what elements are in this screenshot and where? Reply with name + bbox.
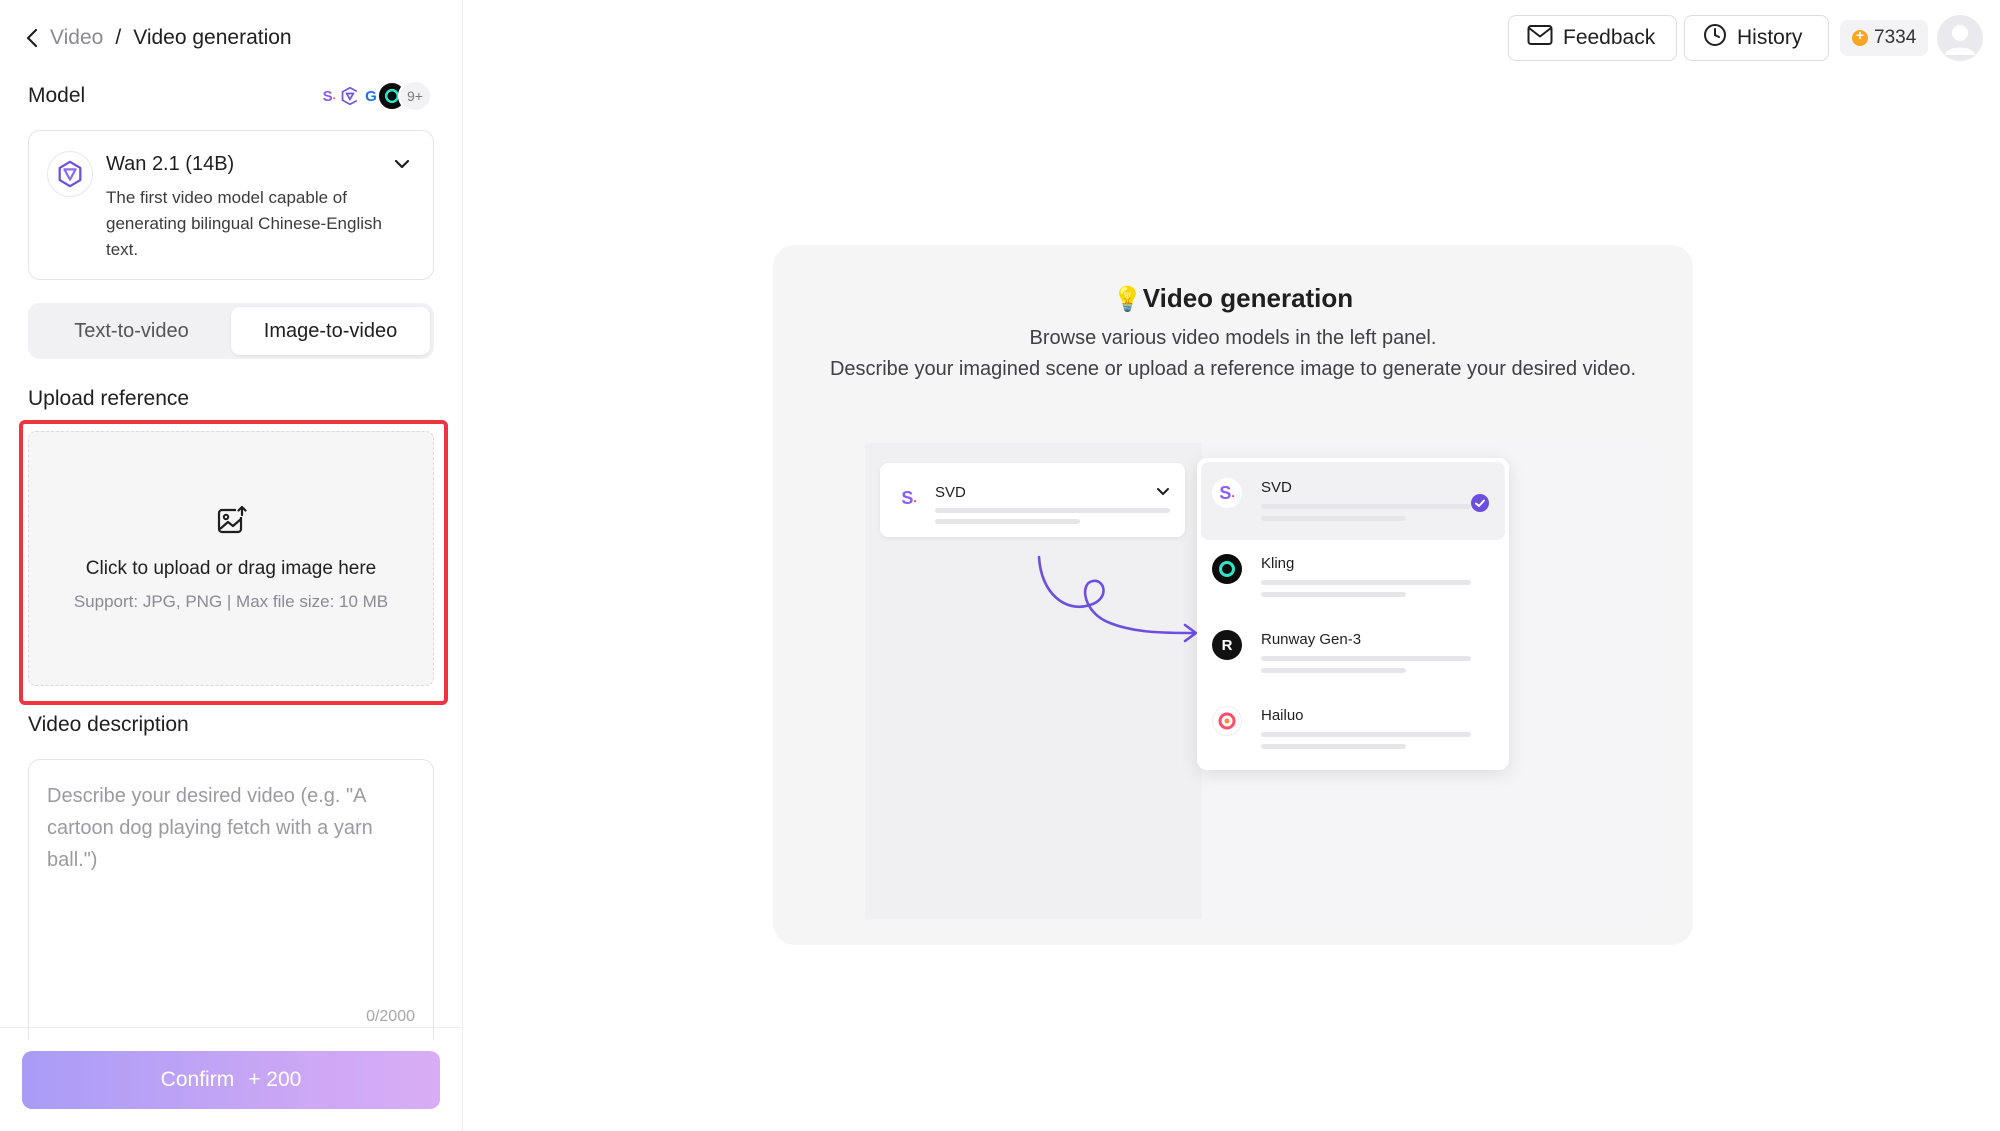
chevron-down-icon bbox=[393, 155, 411, 173]
skeleton-line bbox=[1261, 668, 1406, 673]
illustration-select: S. SVD bbox=[880, 463, 1185, 537]
upload-title: Click to upload or drag image here bbox=[85, 558, 377, 579]
skeleton-line bbox=[1261, 744, 1406, 749]
runway-logo-icon: R bbox=[1212, 630, 1242, 660]
model-name: Wan 2.1 (14B) bbox=[106, 153, 235, 175]
history-label: History bbox=[1737, 26, 1803, 49]
list-item: Hailuo bbox=[1201, 690, 1505, 768]
feedback-button[interactable]: Feedback bbox=[1508, 15, 1677, 61]
hero-title-text: Video generation bbox=[1142, 283, 1354, 313]
model-option-label: Kling bbox=[1261, 555, 1295, 572]
generation-mode-toggle: Text-to-video Image-to-video bbox=[28, 303, 434, 359]
list-item: Kling bbox=[1201, 538, 1505, 616]
breadcrumb: Video / Video generation bbox=[22, 24, 292, 52]
chevron-down-icon bbox=[1157, 488, 1169, 496]
clock-icon bbox=[1703, 23, 1727, 53]
avatar[interactable] bbox=[1937, 15, 1983, 61]
skeleton-line bbox=[1261, 656, 1471, 661]
upload-support-text: Support: JPG, PNG | Max file size: 10 MB bbox=[73, 592, 389, 611]
history-button[interactable]: History bbox=[1684, 15, 1829, 61]
credits-value: 7334 bbox=[1874, 27, 1917, 48]
model-description: The first video model capable of generat… bbox=[106, 188, 382, 259]
mail-icon bbox=[1527, 24, 1553, 52]
curly-arrow-icon bbox=[1037, 555, 1198, 643]
image-upload-icon bbox=[216, 504, 248, 536]
upload-reference-label: Upload reference bbox=[28, 387, 190, 410]
back-chevron-icon[interactable] bbox=[22, 24, 42, 52]
skeleton-line bbox=[1261, 592, 1406, 597]
description-placeholder: Describe your desired video (e.g. "A car… bbox=[47, 785, 373, 871]
breadcrumb-current: Video generation bbox=[133, 26, 292, 49]
svd-logo-icon: S. bbox=[1212, 478, 1242, 508]
footer-divider bbox=[0, 1027, 463, 1028]
model-option-label: Runway Gen-3 bbox=[1261, 631, 1362, 648]
hero-subtitle-1: Browse various video models in the left … bbox=[1029, 327, 1437, 349]
list-item: S. SVD bbox=[1201, 462, 1505, 540]
skeleton-line bbox=[1261, 732, 1471, 737]
upload-dropzone[interactable]: Click to upload or drag image here Suppo… bbox=[28, 431, 434, 686]
confirm-label: Confirm bbox=[160, 1068, 235, 1091]
illustration-dropdown: S. SVD Kling R Runway Gen-3 Hailuo bbox=[1197, 458, 1509, 770]
skeleton-line bbox=[1261, 516, 1406, 521]
kling-logo-icon bbox=[1212, 554, 1242, 584]
coin-icon bbox=[1852, 27, 1868, 46]
video-description-label: Video description bbox=[28, 713, 189, 736]
model-label: Model bbox=[28, 84, 86, 107]
lightbulb-icon: 💡 bbox=[1112, 286, 1143, 313]
tab-text-to-video[interactable]: Text-to-video bbox=[32, 307, 231, 355]
credits-balance[interactable]: 7334 bbox=[1840, 20, 1929, 56]
model-select[interactable]: Wan 2.1 (14B) The first video model capa… bbox=[28, 130, 434, 280]
more-models-badge: 9+ bbox=[398, 80, 432, 112]
tab-image-to-video[interactable]: Image-to-video bbox=[231, 307, 430, 355]
model-option-label: Hailuo bbox=[1261, 707, 1304, 724]
user-icon bbox=[1945, 25, 1975, 55]
model-picker-illustration: S. SVD S. SVD Kling R Runway Gen-3 Hailu… bbox=[865, 443, 1657, 919]
skeleton-line bbox=[935, 519, 1080, 524]
model-option-label: SVD bbox=[1261, 479, 1292, 496]
skeleton-line bbox=[1261, 504, 1471, 509]
skeleton-line bbox=[1261, 580, 1471, 585]
confirm-cost: + 200 bbox=[248, 1068, 302, 1091]
hailuo-logo-icon bbox=[1212, 706, 1242, 736]
model-provider-icons[interactable]: S. G 9+ bbox=[314, 80, 432, 112]
empty-state-card: 💡Video generation Browse various video m… bbox=[773, 245, 1693, 945]
hero-title: 💡Video generation bbox=[773, 283, 1693, 314]
illustration-select-value: SVD bbox=[935, 484, 966, 501]
confirm-button[interactable]: Confirm + 200 bbox=[22, 1051, 440, 1109]
check-circle-icon bbox=[1471, 494, 1489, 512]
character-counter: 0/2000 bbox=[366, 1008, 415, 1025]
hero-subtitle-2: Describe your imagined scene or upload a… bbox=[829, 358, 1637, 380]
wan-logo-icon bbox=[47, 151, 93, 197]
sidebar: Video / Video generation Model S. G 9+ W… bbox=[0, 0, 463, 1131]
feedback-label: Feedback bbox=[1563, 26, 1656, 49]
breadcrumb-video-link[interactable]: Video bbox=[50, 26, 103, 50]
breadcrumb-separator: / bbox=[115, 26, 122, 49]
svd-logo-icon: S. bbox=[901, 487, 917, 508]
list-item: R Runway Gen-3 bbox=[1201, 614, 1505, 692]
video-description-input[interactable]: Describe your desired video (e.g. "A car… bbox=[28, 759, 434, 1039]
skeleton-line bbox=[935, 508, 1170, 513]
